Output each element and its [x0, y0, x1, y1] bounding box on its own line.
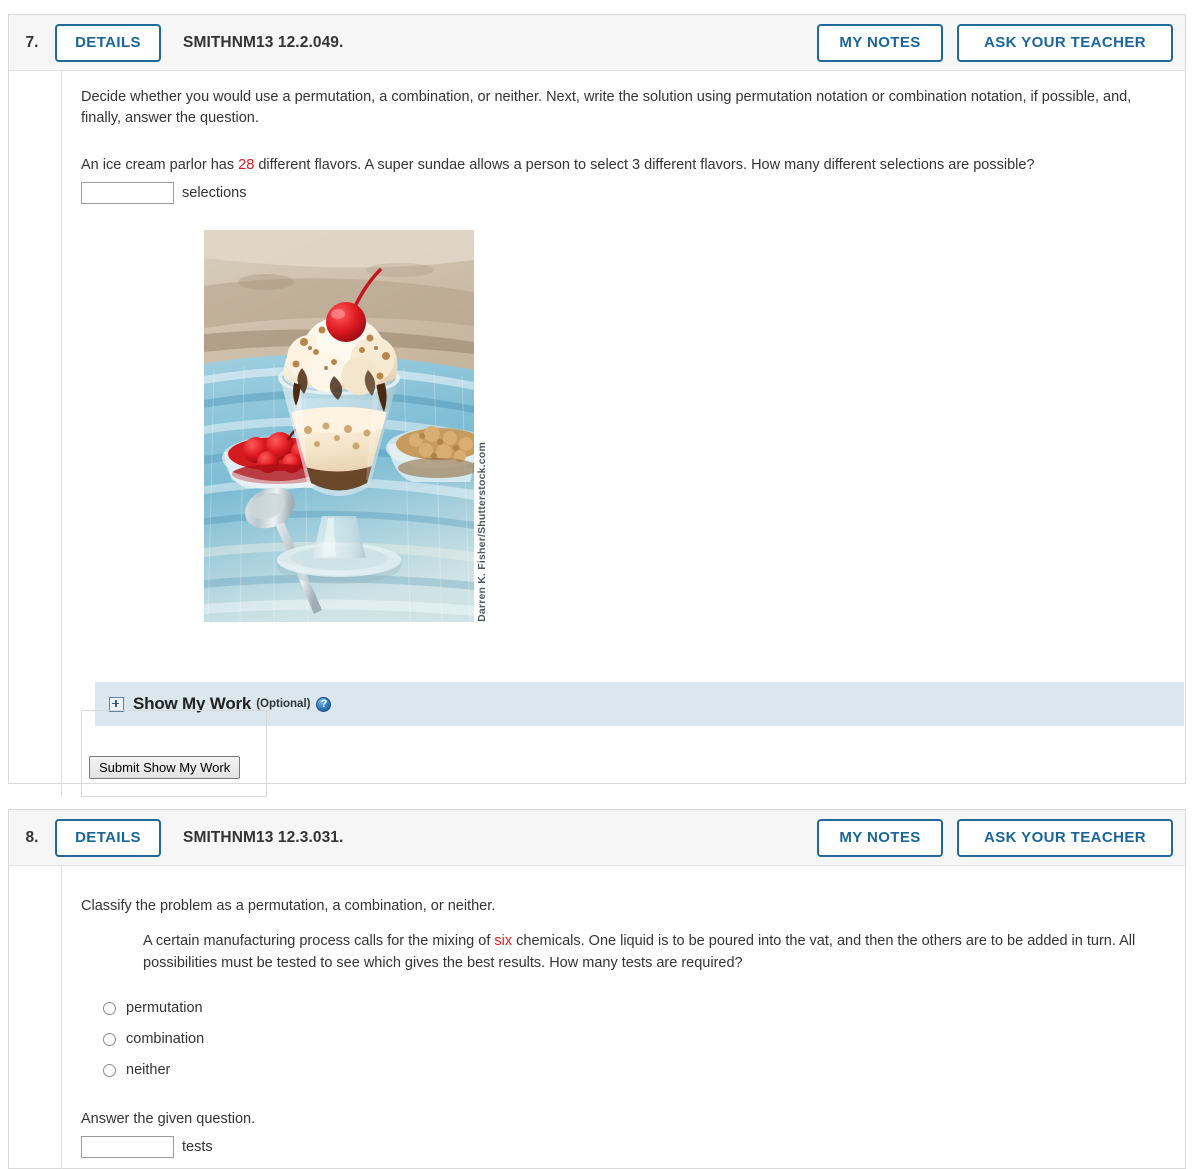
details-button-7[interactable]: DETAILS	[55, 23, 161, 62]
answer-unit-tests: tests	[182, 1138, 213, 1155]
header-actions-8: MY NOTES ASK YOUR TEACHER	[817, 818, 1173, 857]
problem-number-7: 28	[238, 157, 255, 174]
details-button-8[interactable]: DETAILS	[55, 818, 161, 857]
instructions-text-7: Decide whether you would use a permutati…	[81, 89, 1132, 127]
problem-number-8: six	[494, 933, 513, 950]
question-number-8: 8.	[25, 828, 39, 846]
question-body-7: Decide whether you would use a permutati…	[9, 71, 1185, 798]
choice-permutation[interactable]: permutation	[103, 993, 1169, 1024]
question-panel-7: 7. DETAILS SMITHNM13 12.2.049. MY NOTES …	[8, 14, 1186, 798]
answer-prompt-8: Answer the given question.	[81, 1110, 256, 1127]
problem-prefix-8: A certain manufacturing process calls fo…	[143, 933, 495, 950]
answer-line-7: selections	[81, 182, 1169, 205]
answer-input-selections[interactable]	[81, 182, 174, 205]
choice-neither[interactable]: neither	[103, 1055, 1169, 1086]
problem-text-8: A certain manufacturing process calls fo…	[143, 931, 1153, 975]
ask-your-teacher-button-8[interactable]: ASK YOUR TEACHER	[957, 818, 1173, 857]
answer-input-tests[interactable]	[81, 1135, 174, 1158]
question-panel-8: 8. DETAILS SMITHNM13 12.3.031. MY NOTES …	[8, 809, 1186, 1169]
question-content-8: Classify the problem as a permutation, a…	[62, 866, 1185, 1158]
submit-show-my-work-button[interactable]: Submit Show My Work	[89, 756, 241, 780]
question-code-7: SMITHNM13 12.2.049.	[183, 33, 344, 51]
problem-text-7: An ice cream parlor has 28 different fla…	[81, 155, 1169, 176]
question-header-8: 8. DETAILS SMITHNM13 12.3.031. MY NOTES …	[9, 810, 1185, 866]
header-actions-7: MY NOTES ASK YOUR TEACHER	[817, 23, 1173, 62]
radio-combination[interactable]	[103, 1032, 116, 1046]
figure-7: Darren K. Fisher/Shutterstock.com	[204, 230, 496, 623]
choice-label-permutation: permutation	[126, 1000, 203, 1017]
choice-label-neither: neither	[126, 1062, 171, 1079]
show-my-work-submit-area: Submit Show My Work	[81, 710, 267, 798]
assignment-page: 7. DETAILS SMITHNM13 12.2.049. MY NOTES …	[0, 0, 1200, 1169]
radio-neither[interactable]	[103, 1063, 116, 1077]
problem-suffix-7: different flavors. A super sundae allows…	[254, 157, 1035, 174]
ice-cream-sundae-image	[204, 230, 474, 623]
choice-label-combination: combination	[126, 1031, 205, 1048]
question-number-7: 7.	[25, 33, 39, 51]
answer-block-8: Answer the given question. tests	[81, 1109, 1169, 1158]
answer-unit-selections: selections	[182, 185, 247, 202]
instructions-text-8: Classify the problem as a permutation, a…	[81, 898, 496, 914]
question-content-7: Decide whether you would use a permutati…	[62, 71, 1185, 798]
question-header-7: 7. DETAILS SMITHNM13 12.2.049. MY NOTES …	[9, 15, 1185, 71]
show-my-work-optional-label: (Optional)	[256, 698, 311, 711]
help-icon[interactable]: ?	[316, 696, 332, 712]
image-credit: Darren K. Fisher/Shutterstock.com	[472, 230, 492, 622]
image-credit-text: Darren K. Fisher/Shutterstock.com	[476, 442, 488, 623]
choice-group-8: permutation combination neither	[103, 993, 1169, 1086]
ask-your-teacher-button-7[interactable]: ASK YOUR TEACHER	[957, 23, 1173, 62]
radio-permutation[interactable]	[103, 1001, 116, 1015]
my-notes-button-7[interactable]: MY NOTES	[817, 23, 943, 62]
problem-prefix-7: An ice cream parlor has	[81, 157, 239, 174]
question-code-8: SMITHNM13 12.3.031.	[183, 828, 344, 846]
my-notes-button-8[interactable]: MY NOTES	[817, 818, 943, 857]
answer-line-8: tests	[81, 1135, 1169, 1158]
choice-combination[interactable]: combination	[103, 1024, 1169, 1055]
question-body-8: Classify the problem as a permutation, a…	[9, 866, 1185, 1169]
